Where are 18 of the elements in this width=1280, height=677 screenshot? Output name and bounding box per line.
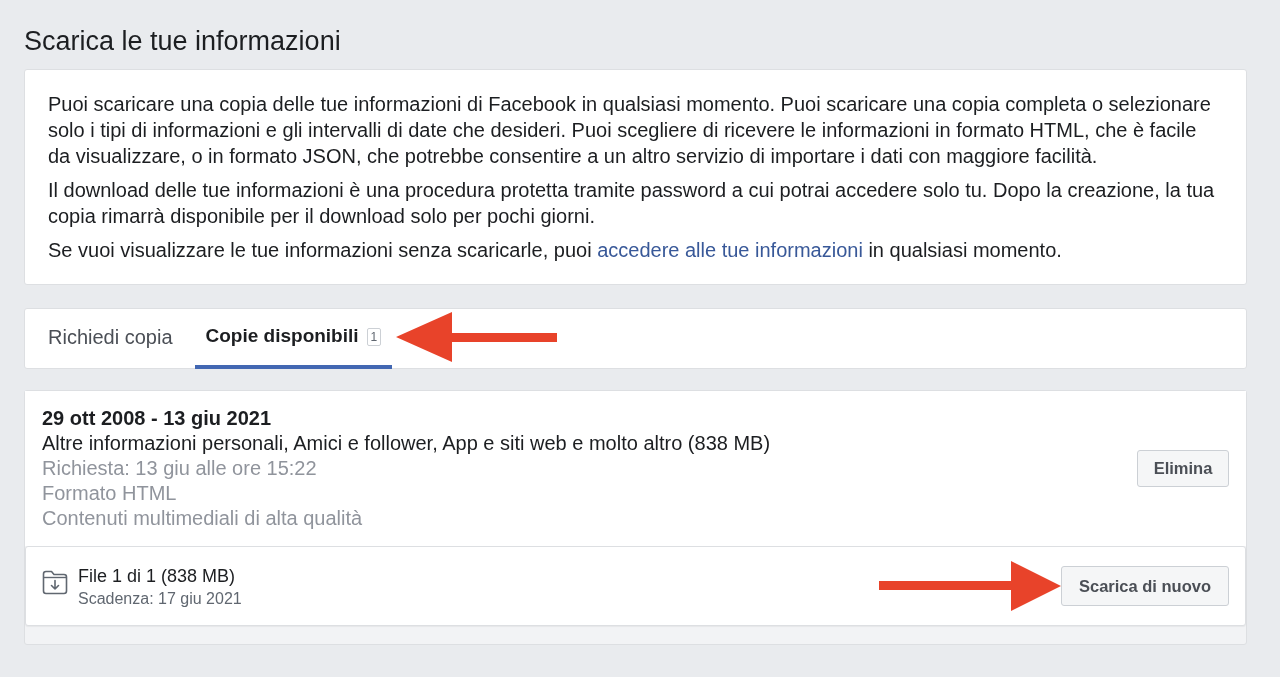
folder-download-icon bbox=[42, 569, 68, 595]
info-paragraph: Il download delle tue informazioni è una procedura protetta tramite password a cui potrai accedere solo tu. Dopo la creazione, la tua copia rimarrà disponibile per il download solo per pochi giorni. bbox=[48, 178, 1216, 229]
copy-detail: Richiesta: 13 giu alle ore 15:22 bbox=[42, 456, 318, 481]
file-expiry: Scadenza: 17 giu 2021 bbox=[78, 588, 242, 609]
info-paragraph: Puoi scaricare una copia delle tue informazioni di Facebook in qualsiasi momento. Puoi scaricare una copia completa o selezionare solo i tipi di informazioni e gli intervalli di date che desideri. Puoi scegliere di ricevere le informazioni in formato HTML, che è facile da visualizzare, o in formato JSON, che potrebbe consentire a un altro servizio di importare i dati con maggiore facilità. bbox=[48, 92, 1212, 169]
tab-count: 1 bbox=[366, 327, 382, 346]
page-title: Scarica le tue informazioni bbox=[24, 25, 342, 58]
file-name: File 1 di 1 (838 MB) bbox=[78, 564, 237, 588]
info-paragraph: Se vuoi visualizzare le tue informazioni senza scaricarle, puoi accedere alle tue informazioni in qualsiasi momento. bbox=[48, 238, 1063, 263]
access-info-link[interactable]: accedere alle tue informazioni bbox=[597, 239, 863, 261]
copy-detail: Contenuti multimediali di alta qualità bbox=[42, 506, 364, 531]
date-range: 29 ott 2008 - 13 giu 2021 bbox=[42, 406, 272, 431]
tab[interactable]: Richiedi copia bbox=[37, 308, 184, 369]
download-again-button[interactable]: Scarica di nuovo bbox=[1061, 566, 1229, 606]
tab[interactable]: Copie disponibili 1 bbox=[194, 308, 393, 369]
delete-button[interactable]: Elimina bbox=[1137, 450, 1229, 487]
copy-description: Altre informazioni personali, Amici e follower, App e siti web e molto altro (838 MB) bbox=[42, 431, 771, 456]
copy-detail: Formato HTML bbox=[42, 481, 178, 506]
